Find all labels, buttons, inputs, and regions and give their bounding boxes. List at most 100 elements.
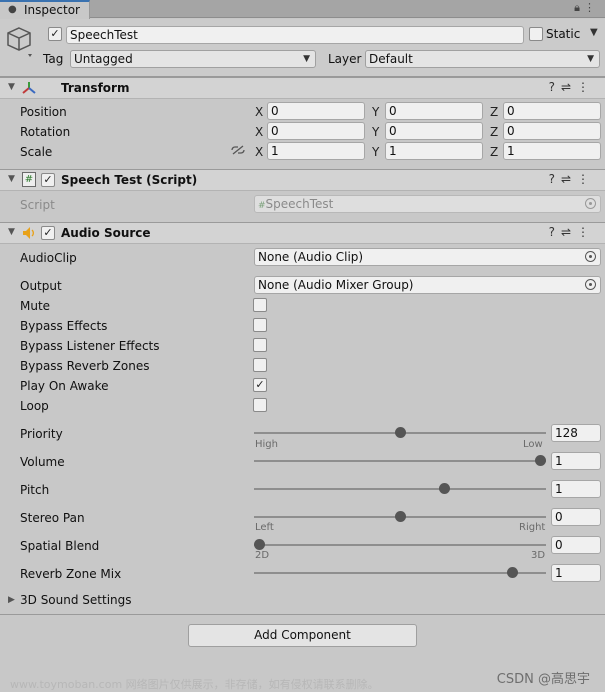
stereo-pan-left-label: Left	[255, 522, 274, 533]
spatial-blend-slider-track[interactable]	[254, 544, 546, 546]
mute-checkbox[interactable]	[253, 298, 267, 312]
static-label: Static	[546, 27, 581, 41]
stereo-pan-label: Stereo Pan	[20, 511, 85, 525]
layer-value: Default	[369, 52, 413, 66]
3d-sound-settings-label[interactable]: 3D Sound Settings	[20, 593, 132, 607]
kebab-menu-icon[interactable]: ⋮	[584, 1, 599, 14]
preset-icon[interactable]: ⇌	[561, 172, 577, 186]
reverb-zone-mix-slider-knob[interactable]	[506, 567, 518, 578]
pitch-field[interactable]: 1	[551, 480, 601, 498]
position-x-field[interactable]: 0	[267, 102, 365, 120]
script-file-icon: #	[258, 201, 266, 211]
help-icon[interactable]: ?	[549, 225, 561, 239]
layer-dropdown[interactable]: Default ▼	[365, 50, 600, 68]
rotation-z-field[interactable]: 0	[503, 122, 601, 140]
transform-header[interactable]: ▼ Transform ?⇌⋮	[0, 77, 605, 99]
axis-y-label: Y	[372, 145, 380, 159]
bypass-reverb-zones-checkbox[interactable]	[253, 358, 267, 372]
scale-z-field[interactable]: 1	[503, 142, 601, 160]
loop-checkbox[interactable]	[253, 398, 267, 412]
kebab-menu-icon[interactable]: ⋮	[577, 80, 595, 94]
reverb-zone-mix-field[interactable]: 1	[551, 564, 601, 582]
stereo-pan-right-label: Right	[519, 522, 546, 533]
preset-icon[interactable]: ⇌	[561, 80, 577, 94]
divider	[0, 614, 605, 615]
stereo-pan-field[interactable]: 0	[551, 508, 601, 526]
bypass-effects-checkbox[interactable]	[253, 318, 267, 332]
priority-high-label: High	[255, 439, 278, 450]
axis-y-label: Y	[372, 125, 380, 139]
spatial-blend-field[interactable]: 0	[551, 536, 601, 554]
preset-icon[interactable]: ⇌	[561, 225, 577, 239]
speech-test-header[interactable]: ▼ # ✓ Speech Test (Script) ?⇌⋮	[0, 169, 605, 191]
foldout-arrow-icon[interactable]: ▼	[8, 227, 15, 237]
pitch-label: Pitch	[20, 483, 50, 497]
audio-source-enabled-checkbox[interactable]: ✓	[41, 226, 55, 240]
constrain-proportions-icon[interactable]	[230, 144, 246, 156]
object-header: ✓ SpeechTest Static ▼ Tag Untagged ▼ Lay…	[0, 19, 605, 77]
tab-inspector[interactable]: ● Inspector	[0, 0, 90, 19]
tag-value: Untagged	[74, 52, 133, 66]
component-tools: ?⇌⋮	[549, 172, 595, 186]
spatial-blend-2d-label: 2D	[255, 550, 270, 561]
bypass-listener-effects-checkbox[interactable]	[253, 338, 267, 352]
reverb-zone-mix-slider-track[interactable]	[254, 572, 546, 574]
pitch-slider-knob[interactable]	[439, 483, 451, 494]
object-name-field[interactable]: SpeechTest	[66, 26, 524, 44]
component-tools: ?⇌⋮	[549, 225, 595, 239]
foldout-arrow-icon[interactable]: ▼	[8, 82, 15, 92]
chevron-down-icon: ▼	[587, 54, 594, 64]
position-label: Position	[20, 105, 67, 119]
priority-low-label: Low	[523, 439, 543, 450]
priority-field[interactable]: 128	[551, 424, 601, 442]
scale-y-field[interactable]: 1	[385, 142, 483, 160]
object-picker-icon[interactable]	[585, 279, 596, 290]
speech-test-title: Speech Test (Script)	[61, 173, 198, 187]
scale-x-field[interactable]: 1	[267, 142, 365, 160]
tab-inspector-label: Inspector	[24, 3, 80, 17]
loop-label: Loop	[20, 399, 49, 413]
static-checkbox[interactable]	[529, 27, 543, 41]
pitch-slider-track[interactable]	[254, 488, 546, 490]
layer-label: Layer	[328, 52, 362, 66]
object-picker-icon[interactable]	[585, 251, 596, 262]
kebab-menu-icon[interactable]: ⋮	[577, 225, 595, 239]
lock-icon[interactable]: 🔒︎	[574, 1, 584, 14]
priority-slider-knob[interactable]	[394, 427, 406, 438]
foldout-arrow-icon[interactable]: ▼	[8, 174, 15, 184]
chevron-down-icon: ▼	[303, 54, 310, 64]
speech-test-enabled-checkbox[interactable]: ✓	[41, 173, 55, 187]
rotation-label: Rotation	[20, 125, 71, 139]
audioclip-field[interactable]: None (Audio Clip)	[254, 248, 601, 266]
kebab-menu-icon[interactable]: ⋮	[577, 172, 595, 186]
volume-field[interactable]: 1	[551, 452, 601, 470]
active-checkbox[interactable]: ✓	[48, 27, 62, 41]
position-y-field[interactable]: 0	[385, 102, 483, 120]
stereo-pan-slider-knob[interactable]	[394, 511, 406, 522]
foldout-arrow-icon[interactable]: ▶	[8, 595, 15, 605]
play-on-awake-checkbox[interactable]: ✓	[253, 378, 267, 392]
script-hash-icon: #	[22, 172, 36, 187]
rotation-x-field[interactable]: 0	[267, 122, 365, 140]
tab-bar	[0, 0, 605, 18]
position-z-field[interactable]: 0	[503, 102, 601, 120]
script-field: #SpeechTest	[254, 195, 601, 213]
volume-slider-track[interactable]	[254, 460, 546, 462]
spatial-blend-slider-knob[interactable]	[254, 539, 265, 550]
audio-source-header[interactable]: ▼ ✓ Audio Source ?⇌⋮	[0, 222, 605, 244]
help-icon[interactable]: ?	[549, 80, 561, 94]
add-component-button[interactable]: Add Component	[188, 624, 417, 647]
static-dropdown-icon[interactable]: ▼	[590, 27, 598, 38]
priority-label: Priority	[20, 427, 63, 441]
output-field[interactable]: None (Audio Mixer Group)	[254, 276, 601, 294]
volume-slider-knob[interactable]	[535, 455, 546, 466]
axis-x-label: X	[255, 125, 264, 139]
bypass-reverb-zones-label: Bypass Reverb Zones	[20, 359, 150, 373]
help-icon[interactable]: ?	[549, 172, 561, 186]
rotation-y-field[interactable]: 0	[385, 122, 483, 140]
object-picker-icon	[585, 198, 596, 209]
axis-z-label: Z	[490, 145, 499, 159]
script-value: SpeechTest	[265, 197, 334, 211]
play-on-awake-label: Play On Awake	[20, 379, 109, 393]
tag-dropdown[interactable]: Untagged ▼	[70, 50, 316, 68]
